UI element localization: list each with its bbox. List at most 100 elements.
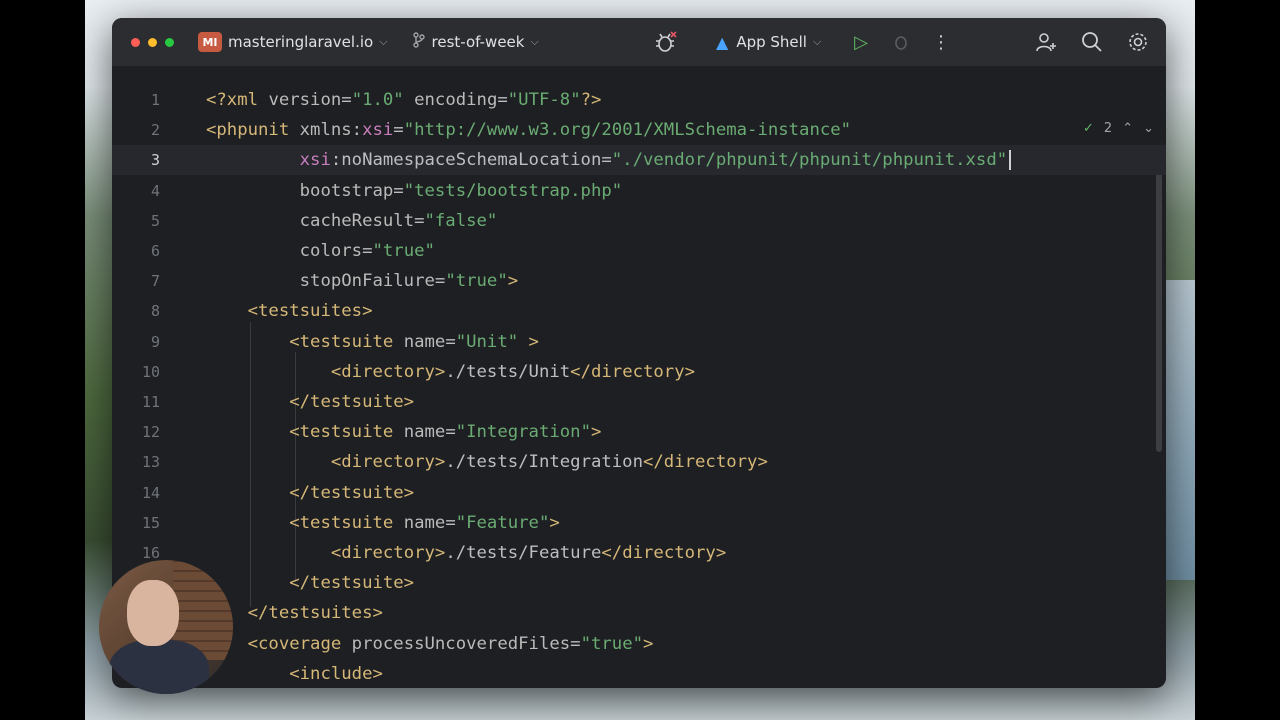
search-icon[interactable] — [1078, 28, 1106, 56]
code-token: </directory> — [570, 361, 696, 382]
code-line[interactable]: 9 <testsuite name="Unit" > — [112, 327, 1166, 357]
code-line[interactable]: 8 <testsuites> — [112, 296, 1166, 326]
code-token: = — [570, 633, 581, 654]
code-token: = — [393, 180, 404, 201]
code-line[interactable]: 12 <testsuite name="Integration"> — [112, 417, 1166, 447]
line-number[interactable]: 1 — [112, 85, 160, 115]
line-number[interactable]: 2 — [112, 115, 160, 145]
code-token: "./vendor/phpunit/phpunit/phpunit.xsd" — [611, 150, 1008, 171]
code-line[interactable]: 7 stopOnFailure="true"> — [112, 266, 1166, 296]
run-config-label[interactable]: App Shell — [736, 33, 807, 51]
line-number[interactable]: 6 — [112, 236, 160, 266]
code-line[interactable]: 3 xsi:noNamespaceSchemaLocation="./vendo… — [112, 145, 1166, 176]
code-token: colors — [299, 241, 363, 261]
project-name[interactable]: masteringlaravel.io — [228, 33, 373, 51]
code-token: name — [403, 422, 446, 443]
line-number[interactable]: 4 — [112, 176, 160, 206]
line-number[interactable]: 11 — [112, 387, 160, 417]
code-text: colors="true" — [206, 236, 435, 266]
code-text: <testsuite name="Feature"> — [206, 508, 560, 538]
code-token: encoding — [414, 90, 498, 110]
code-token: "true" — [372, 241, 435, 261]
code-line[interactable]: 15 <testsuite name="Feature"> — [112, 508, 1166, 538]
code-token: > — [507, 271, 519, 292]
code-token: <directory> — [330, 361, 446, 382]
code-line[interactable]: 11 </testsuite> — [112, 387, 1166, 417]
ide-window: MI masteringlaravel.io ⌵ rest-of-week ⌵ … — [112, 18, 1166, 688]
code-line[interactable]: 2 <phpunit xmlns:xsi="http://www.w3.org/2… — [112, 115, 1166, 145]
code-line[interactable]: 1 <?xml version="1.0" encoding="UTF-8"?> — [112, 85, 1166, 115]
line-number[interactable]: 9 — [112, 327, 160, 357]
code-token: xmlns — [299, 120, 352, 141]
more-vertical-icon[interactable]: ⋮ — [927, 28, 955, 56]
play-icon[interactable]: ▷ — [847, 28, 875, 56]
chevron-down-icon[interactable]: ⌵ — [530, 35, 538, 49]
toolbar-right-actions — [1032, 18, 1152, 66]
line-number[interactable]: 3 — [112, 145, 160, 175]
title-bar: MI masteringlaravel.io ⌵ rest-of-week ⌵ … — [112, 18, 1166, 67]
code-token: bootstrap — [299, 180, 394, 201]
code-token: "true" — [580, 633, 644, 654]
code-token: = — [414, 210, 425, 231]
window-controls — [131, 37, 174, 47]
line-number[interactable]: 7 — [112, 266, 160, 296]
code-line[interactable]: 6 colors="true" — [112, 236, 1166, 266]
line-number[interactable]: 14 — [112, 478, 160, 508]
code-token: cacheResult — [299, 210, 415, 231]
close-window-button[interactable] — [131, 37, 140, 47]
code-line[interactable]: <include> — [112, 659, 1166, 688]
code-token: <testsuite — [289, 422, 404, 443]
code-token: <phpunit — [206, 120, 300, 141]
code-token: = — [497, 90, 508, 110]
code-token: <coverage — [247, 633, 352, 654]
code-token: "Integration" — [455, 422, 591, 443]
line-number[interactable]: 13 — [112, 447, 160, 477]
code-line[interactable]: 13 <directory>./tests/Integration</direc… — [112, 447, 1166, 477]
line-number[interactable]: 12 — [112, 417, 160, 447]
text-caret — [1009, 150, 1012, 171]
minimize-window-button[interactable] — [148, 37, 157, 47]
code-token: : — [351, 120, 363, 141]
code-line[interactable]: 10 <directory>./tests/Unit</directory> — [112, 357, 1166, 387]
maximize-window-button[interactable] — [165, 37, 174, 47]
code-line[interactable]: 14 </testsuite> — [112, 478, 1166, 508]
code-line[interactable]: </testsuite> — [112, 568, 1166, 598]
code-token: <include> — [289, 663, 383, 684]
code-editor[interactable]: ✓ 2 ⌃ ⌄ 1 <?xml version="1.0" encoding="U… — [112, 67, 1166, 688]
line-number[interactable]: 10 — [112, 357, 160, 387]
project-badge[interactable]: MI — [198, 32, 222, 52]
bug-icon[interactable] — [652, 28, 680, 56]
code-line[interactable]: 5 cacheResult="false" — [112, 206, 1166, 236]
code-token: > — [590, 422, 602, 443]
code-token: = — [341, 90, 352, 110]
add-user-icon[interactable] — [1032, 28, 1060, 56]
code-token: xsi — [362, 120, 394, 141]
code-line[interactable]: 4 bootstrap="tests/bootstrap.php" — [112, 176, 1166, 206]
code-line[interactable]: 16 <directory>./tests/Feature</directory… — [112, 538, 1166, 568]
code-text: </testsuite> — [206, 478, 414, 508]
chevron-down-icon[interactable]: ⌵ — [379, 35, 387, 49]
webcam-person-face — [127, 580, 179, 646]
debug-icon[interactable] — [887, 28, 915, 56]
code-token: = — [393, 120, 404, 141]
chevron-down-icon[interactable]: ⌵ — [813, 35, 821, 49]
gear-icon[interactable] — [1124, 28, 1152, 56]
run-config[interactable]: ▲ App Shell ⌵ — [716, 18, 821, 66]
line-number[interactable]: 5 — [112, 206, 160, 236]
branch-name[interactable]: rest-of-week — [432, 33, 525, 51]
code-line[interactable]: <coverage processUncoveredFiles="true"> — [112, 629, 1166, 659]
code-line[interactable]: </testsuites> — [112, 598, 1166, 628]
code-token: = — [445, 422, 456, 443]
run-actions: ▷ ⋮ — [847, 18, 955, 66]
line-number[interactable]: 8 — [112, 296, 160, 326]
line-number[interactable]: 15 — [112, 508, 160, 538]
code-text: <include> — [206, 659, 383, 688]
